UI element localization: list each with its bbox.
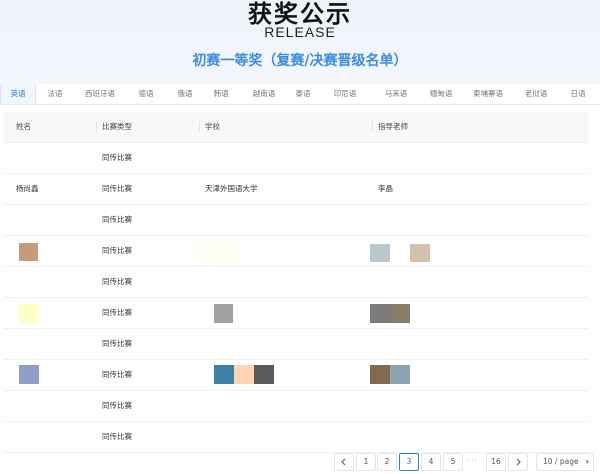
cell-type: 同传比赛: [102, 246, 132, 255]
tab-thai[interactable]: 泰语: [288, 84, 318, 104]
redacted-teacher-block: [390, 304, 410, 323]
table-header: 姓名 比赛类型 学校 指导老师: [4, 112, 588, 143]
pagination-ellipsis[interactable]: ···: [464, 453, 482, 469]
prev-page-button[interactable]: [334, 453, 354, 471]
cell-type: 同传比赛: [102, 432, 132, 441]
redacted-teacher-block: [390, 365, 410, 384]
col-teacher: 指导老师: [372, 112, 408, 142]
chevron-right-icon: [516, 458, 521, 466]
table-row: 同传比赛: [4, 298, 588, 329]
redacted-school-block: [214, 365, 234, 384]
tab-vietnamese[interactable]: 越南语: [240, 84, 288, 104]
cell-type: 同传比赛: [102, 184, 132, 193]
cell-type: 同传比赛: [102, 339, 132, 348]
col-type: 比赛类型: [96, 112, 132, 142]
redacted-teacher-block: [370, 304, 390, 323]
tab-spanish[interactable]: 西班牙语: [76, 84, 124, 104]
tab-german[interactable]: 德语: [124, 84, 168, 104]
tab-khmer[interactable]: 柬埔寨语: [462, 84, 514, 104]
page-size-value: 10 / page: [543, 457, 579, 466]
redacted-school-block: [194, 242, 240, 260]
page-4-button[interactable]: 4: [421, 453, 441, 471]
tab-japanese[interactable]: 日语: [558, 84, 598, 104]
language-tabs: 英语 法语 西班牙语 德语 俄语 韩语 越南语 泰语 印尼语 马来语 缅甸语 柬…: [0, 84, 600, 105]
tab-burmese[interactable]: 缅甸语: [420, 84, 462, 104]
winners-table: 姓名 比赛类型 学校 指导老师 同传比赛 杨尚鑫 同传比赛 天津外国语大学 李晶…: [4, 112, 588, 453]
tab-french[interactable]: 法语: [34, 84, 76, 104]
col-school: 学校: [199, 112, 220, 142]
chevron-left-icon: [341, 458, 346, 466]
table-row: 同传比赛: [4, 422, 588, 453]
chevron-down-icon: ▾: [585, 458, 589, 466]
redacted-teacher-block: [370, 244, 390, 262]
cell-type: 同传比赛: [102, 277, 132, 286]
cell-type: 同传比赛: [102, 308, 132, 317]
tab-malay[interactable]: 马来语: [372, 84, 420, 104]
page-3-button[interactable]: 3: [399, 453, 419, 471]
table-row: 同传比赛: [4, 267, 588, 298]
tab-lao[interactable]: 老挝语: [514, 84, 558, 104]
pagination: 1 2 3 4 5 ··· 16 10 / page ▾: [334, 453, 600, 471]
table-row: 同传比赛: [4, 329, 588, 360]
cell-name: 杨尚鑫: [16, 184, 39, 193]
page-size-select[interactable]: 10 / page ▾: [536, 453, 594, 471]
redacted-school-block: [254, 365, 274, 384]
page-subtitle: RELEASE: [264, 24, 336, 40]
cell-type: 同传比赛: [102, 153, 132, 162]
cell-teacher: 李晶: [378, 184, 393, 193]
redacted-name-block: [19, 304, 39, 323]
page-5-button[interactable]: 5: [443, 453, 463, 471]
section-heading: 初赛一等奖（复赛/决赛晋级名单）: [192, 53, 408, 69]
redacted-school-block: [234, 365, 254, 384]
redacted-teacher-block: [370, 365, 390, 384]
hero-banner: 获奖公示 RELEASE 初赛一等奖（复赛/决赛晋级名单）: [0, 0, 600, 84]
tab-english[interactable]: 英语: [0, 84, 36, 104]
tab-russian[interactable]: 俄语: [168, 84, 202, 104]
table-row: 同传比赛: [4, 360, 588, 391]
redacted-teacher-block: [410, 244, 430, 262]
table-row: 杨尚鑫 同传比赛 天津外国语大学 李晶: [4, 174, 588, 205]
next-page-button[interactable]: [508, 453, 528, 471]
tab-korean[interactable]: 韩语: [202, 84, 240, 104]
cell-school: 天津外国语大学: [205, 184, 258, 193]
cell-type: 同传比赛: [102, 401, 132, 410]
table-row: 同传比赛: [4, 236, 588, 267]
page-1-button[interactable]: 1: [356, 453, 376, 471]
page-2-button[interactable]: 2: [377, 453, 397, 471]
table-row: 同传比赛: [4, 205, 588, 236]
redacted-name-block: [19, 243, 38, 261]
page-16-button[interactable]: 16: [486, 453, 506, 471]
col-name: 姓名: [16, 122, 31, 131]
table-row: 同传比赛: [4, 143, 588, 174]
tab-indonesian[interactable]: 印尼语: [318, 84, 372, 104]
redacted-name-block: [19, 365, 39, 384]
cell-type: 同传比赛: [102, 370, 132, 379]
redacted-school-block: [214, 304, 233, 323]
table-row: 同传比赛: [4, 391, 588, 422]
cell-type: 同传比赛: [102, 215, 132, 224]
